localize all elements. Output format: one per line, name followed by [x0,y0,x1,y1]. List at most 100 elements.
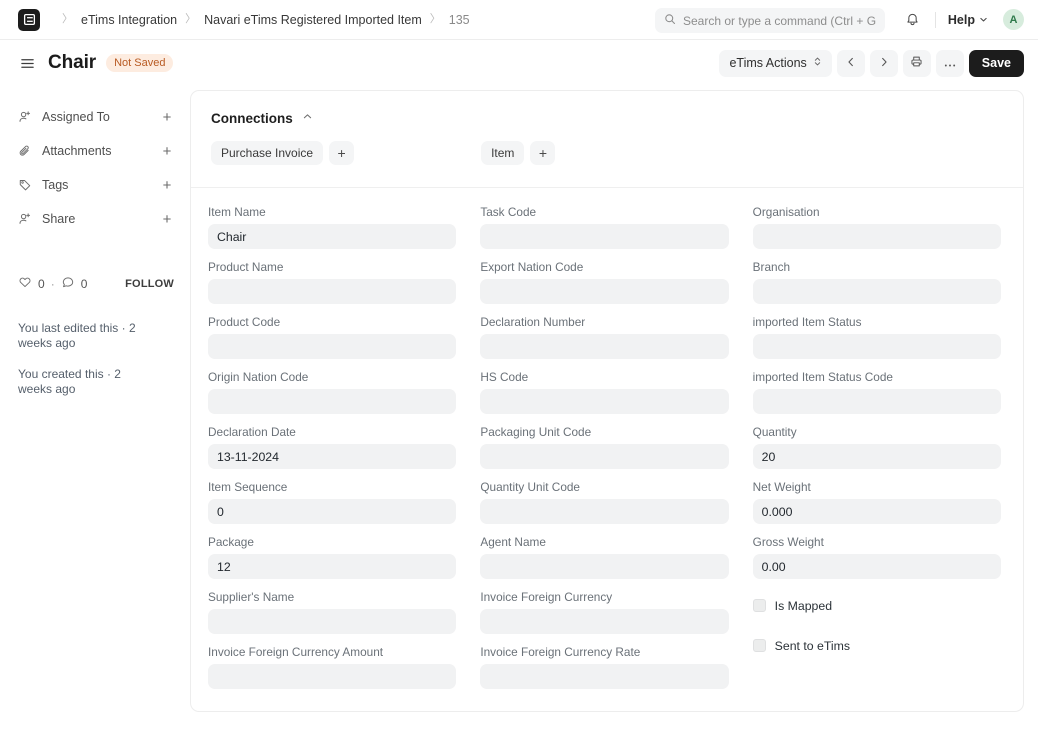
field-label: imported Item Status [752,315,862,329]
quantity-unit-code-input[interactable] [480,499,729,524]
field-product-name: Product Name [208,260,457,304]
imported-item-status-input[interactable] [752,334,1001,359]
heart-icon[interactable] [18,275,32,294]
hamburger-menu-icon[interactable] [18,54,36,72]
checkbox-box[interactable] [752,639,766,652]
share-user-icon [18,212,34,226]
chevron-left-icon [845,56,857,71]
frappe-logo-icon[interactable] [18,8,40,31]
status-badge: Not Saved [106,53,174,73]
save-button[interactable]: Save [968,49,1024,77]
sidebar-item-label: Share [42,212,76,226]
product-code-input[interactable] [208,334,457,359]
declaration-number-input[interactable] [480,334,729,359]
export-nation-code-input[interactable] [480,279,729,304]
connections-title: Connections [211,110,293,126]
breadcrumb-separator: 〉 [62,13,73,25]
field-label: Supplier's Name [208,590,295,604]
item-link[interactable]: Item [481,141,525,165]
branch-input[interactable] [752,279,1001,304]
sidebar-item-label: Tags [42,178,69,192]
breadcrumb-item-docname[interactable]: 135 [449,13,470,27]
checkbox-box[interactable] [752,599,766,612]
more-options-button[interactable] [935,49,964,77]
invoice-foreign-currency-amount-input[interactable] [208,664,457,689]
add-item-button[interactable]: + [530,141,556,165]
breadcrumb-separator: 〉 [429,13,441,25]
field-agent-name: Agent Name [480,535,729,579]
page-header-actions: eTims Actions Save [719,49,1024,77]
help-menu[interactable]: Help [944,10,992,30]
quantity-input[interactable] [752,444,1001,469]
search-input[interactable] [683,13,876,28]
invoice-foreign-currency-rate-input[interactable] [480,664,729,689]
sidebar-item-assigned-to[interactable]: Assigned To + [18,100,174,134]
assign-user-icon [18,110,34,124]
previous-document-button[interactable] [836,49,865,77]
printer-icon [910,55,923,71]
origin-nation-code-input[interactable] [208,389,457,414]
field-label: Item Sequence [208,480,288,494]
bell-icon[interactable] [899,6,927,34]
connection-item: Item + [481,141,556,165]
organisation-input[interactable] [752,224,1001,249]
hs-code-input[interactable] [480,389,729,414]
field-quantity-unit-code: Quantity Unit Code [480,480,729,524]
invoice-foreign-currency-input[interactable] [480,609,729,634]
checkbox-sent-to-etims[interactable]: Sent to eTims [752,634,1001,657]
declaration-date-input[interactable] [208,444,457,469]
form-card: Connections Purchase Invoice + Item + It… [190,90,1024,712]
package-input[interactable] [208,554,457,579]
item-name-input[interactable] [208,224,457,249]
suppliers-name-input[interactable] [208,609,457,634]
checkbox-label: Is Mapped [774,598,833,613]
field-label: Export Nation Code [480,260,584,274]
sidebar-item-attachments[interactable]: Attachments + [18,134,174,168]
field-label: Invoice Foreign Currency [480,590,613,604]
next-document-button[interactable] [869,49,898,77]
sidebar-item-tags[interactable]: Tags + [18,168,174,202]
add-attachment-button[interactable]: + [160,144,174,159]
sidebar-item-label: Attachments [42,144,112,158]
item-sequence-input[interactable] [208,499,457,524]
checkbox-is-mapped[interactable]: Is Mapped [752,594,1001,617]
avatar[interactable]: A [1003,9,1024,30]
sidebar-item-share[interactable]: Share + [18,202,174,236]
gross-weight-input[interactable] [752,554,1001,579]
sidebar-meta-row: 0 · 0 FOLLOW [18,273,174,295]
field-branch: Branch [752,260,1001,304]
agent-name-input[interactable] [480,554,729,579]
product-name-input[interactable] [208,279,457,304]
chevron-up-icon[interactable] [302,109,313,127]
add-assignment-button[interactable]: + [160,110,174,125]
field-net-weight: Net Weight [752,480,1001,524]
checkbox-label: Sent to eTims [774,638,851,653]
breadcrumb: 〉 eTims Integration 〉 Navari eTims Regis… [54,13,470,27]
field-label: Quantity [752,425,797,439]
field-label: Quantity Unit Code [480,480,580,494]
breadcrumb-item-app[interactable]: eTims Integration [81,13,177,27]
paperclip-icon [18,144,34,158]
comment-icon[interactable] [61,275,75,294]
add-purchase-invoice-button[interactable]: + [329,141,355,165]
etims-actions-label: eTims Actions [729,56,807,70]
packaging-unit-code-input[interactable] [480,444,729,469]
add-tag-button[interactable]: + [160,178,174,193]
field-label: Branch [752,260,791,274]
add-share-button[interactable]: + [160,212,174,227]
follow-button[interactable]: FOLLOW [125,278,174,290]
purchase-invoice-link[interactable]: Purchase Invoice [211,141,324,165]
field-product-code: Product Code [208,315,457,359]
print-button[interactable] [902,49,931,77]
search-bar[interactable] [655,8,885,33]
task-code-input[interactable] [480,224,729,249]
imported-item-status-code-input[interactable] [752,389,1001,414]
chevron-down-icon [979,13,988,27]
breadcrumb-item-doctype[interactable]: Navari eTims Registered Imported Item [204,13,422,27]
etims-actions-button[interactable]: eTims Actions [719,49,832,77]
net-weight-input[interactable] [752,499,1001,524]
field-label: Item Name [208,205,266,219]
connections-header[interactable]: Connections [191,91,1023,127]
field-label: Net Weight [752,480,811,494]
form-column-2: Task Code Export Nation Code Declaration… [480,205,729,700]
